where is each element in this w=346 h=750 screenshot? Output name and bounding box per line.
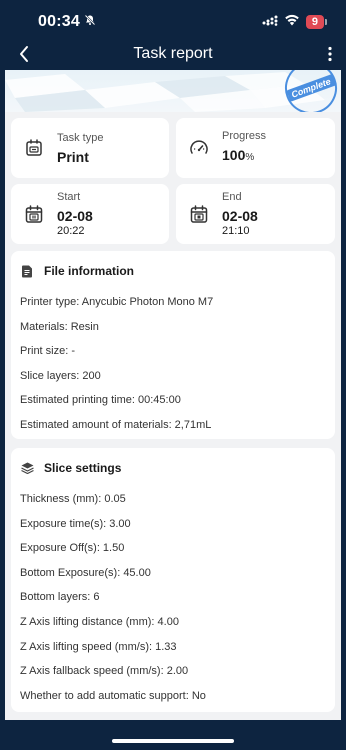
slice-setting-row: Bottom Exposure(s): 45.00 [20, 566, 151, 579]
progress-label: Progress [222, 130, 267, 142]
page-title: Task report [133, 45, 213, 62]
slice-setting-row: Z Axis lifting distance (mm): 4.00 [20, 615, 179, 628]
task-type-card: Task type Print [11, 118, 169, 178]
stamp-label: Complete [285, 73, 337, 103]
slice-setting-row: Bottom layers: 6 [20, 591, 100, 604]
slice-setting-row: Exposure Off(s): 1.50 [20, 542, 125, 555]
file-info-row: Printer type: Anycubic Photon Mono M7 [20, 296, 214, 308]
battery-indicator: 9 [305, 15, 328, 29]
status-time: 00:34 [38, 13, 80, 30]
task-type-value: Print [57, 148, 89, 165]
start-time: 20:22 [57, 225, 85, 237]
completion-banner: Complete [5, 70, 341, 112]
file-information-title: File information [44, 264, 134, 278]
task-document-icon [23, 137, 45, 159]
speedometer-icon [188, 137, 210, 159]
file-info-row: Print size: - [20, 345, 76, 358]
start-time-card: Start 02-08 20:22 [11, 184, 169, 244]
back-button[interactable] [12, 40, 36, 68]
more-options-button[interactable] [322, 42, 338, 66]
slice-setting-row: Thickness (mm): 0.05 [20, 493, 126, 505]
status-bar: 00:34 9 [0, 0, 346, 44]
end-date: 02-08 [222, 208, 258, 224]
file-information-card: File information Printer type: Anycubic … [11, 251, 335, 439]
task-type-label: Task type [57, 131, 104, 144]
slice-settings-title: Slice settings [44, 461, 122, 475]
file-info-row: Estimated amount of materials: 2,71mL [20, 418, 212, 431]
end-time-card: End 02-08 21:10 [176, 184, 335, 244]
more-vertical-icon [328, 46, 332, 62]
progress-card: Progress 100% [176, 118, 335, 178]
file-info-row: Materials: Resin [20, 320, 99, 333]
nav-bar: Task report [0, 40, 346, 68]
chevron-left-icon [20, 46, 28, 62]
start-date: 02-08 [57, 208, 93, 224]
end-label: End [222, 191, 242, 203]
calendar-pause-icon [23, 203, 45, 225]
slice-setting-row: Z Axis lifting speed (mm/s): 1.33 [20, 640, 177, 653]
file-icon [20, 264, 34, 278]
start-label: Start [57, 191, 81, 203]
progress-value: 100 [222, 147, 246, 163]
silent-bell-icon [84, 13, 96, 31]
cellular-signal-icon [262, 13, 278, 31]
file-info-row: Estimated printing time: 00:45:00 [20, 394, 181, 407]
progress-unit: % [245, 152, 255, 163]
slice-setting-row: Z Axis fallback speed (mm/s): 2.00 [20, 665, 189, 678]
layers-icon [20, 461, 34, 475]
home-indicator[interactable] [112, 739, 234, 743]
file-info-row: Slice layers: 200 [20, 369, 101, 382]
end-time: 21:10 [222, 225, 250, 237]
slice-settings-card: Slice settings Thickness (mm): 0.05 Expo… [11, 448, 335, 712]
calendar-stop-icon [188, 203, 210, 225]
wifi-icon [284, 13, 300, 31]
slice-setting-row: Whether to add automatic support: No [20, 689, 206, 702]
report-content: Complete Task type Print Progress 100% S… [5, 70, 341, 720]
slice-setting-row: Exposure time(s): 3.00 [20, 517, 131, 530]
